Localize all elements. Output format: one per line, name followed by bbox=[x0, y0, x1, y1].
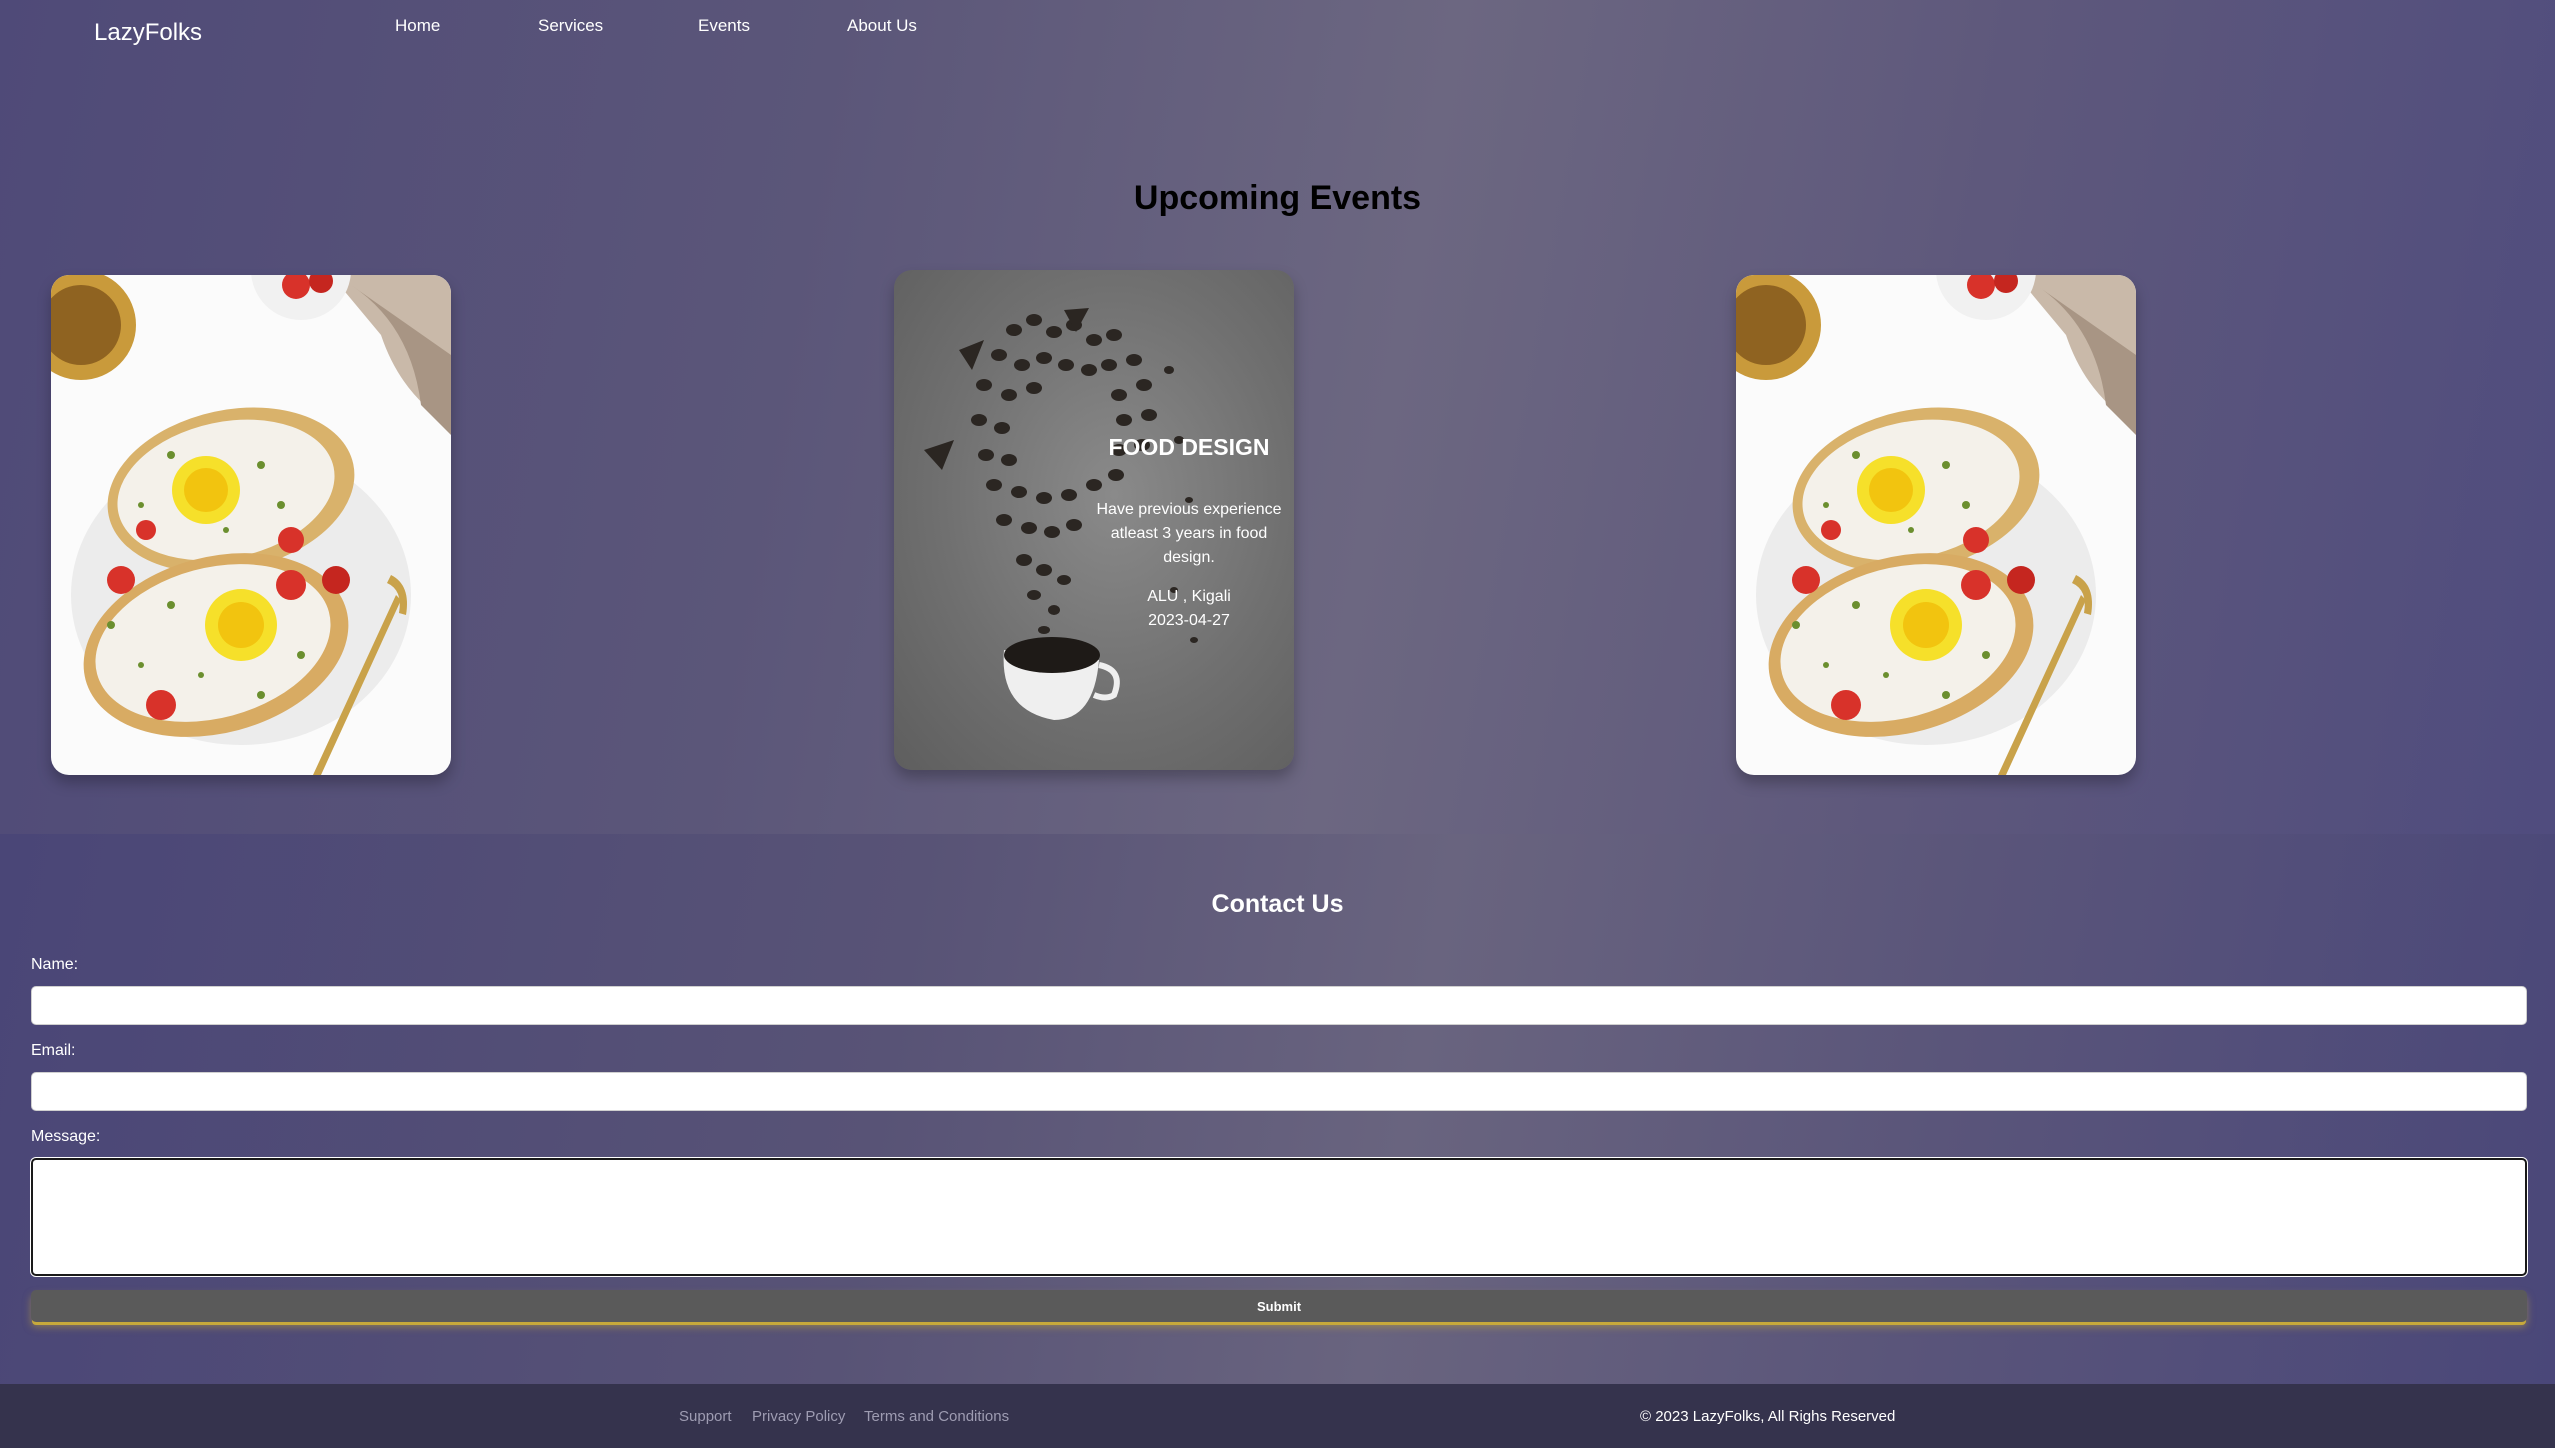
navbar: LazyFolks Home Services Events About Us bbox=[0, 0, 2555, 70]
message-textarea[interactable] bbox=[31, 1158, 2527, 1276]
nav-link-events[interactable]: Events bbox=[698, 16, 750, 36]
event-title: FOOD DESIGN bbox=[1108, 434, 1270, 460]
email-input[interactable] bbox=[31, 1072, 2527, 1111]
contact-section: Contact Us Name: Email: Message: Submit bbox=[0, 834, 2555, 1384]
footer: Support Privacy Policy Terms and Conditi… bbox=[0, 1384, 2555, 1448]
event-description: Have previous experience atleast 3 years… bbox=[1096, 501, 1282, 566]
footer-link-support[interactable]: Support bbox=[679, 1408, 732, 1425]
event-date: 2023-04-27 bbox=[1148, 612, 1230, 629]
contact-heading: Contact Us bbox=[1211, 890, 1344, 918]
copyright-text: © 2023 LazyFolks, All Righs Reserved bbox=[1640, 1408, 1896, 1425]
brand-logo[interactable]: LazyFolks bbox=[94, 19, 202, 47]
event-details: FOOD DESIGN Have previous experience atl… bbox=[1094, 270, 1284, 770]
email-label: Email: bbox=[31, 1042, 76, 1059]
name-label: Name: bbox=[31, 956, 79, 973]
footer-link-terms[interactable]: Terms and Conditions bbox=[864, 1408, 1009, 1425]
events-heading: Upcoming Events bbox=[1133, 179, 1422, 217]
breakfast-image bbox=[1736, 275, 2136, 775]
breakfast-image bbox=[51, 275, 451, 775]
event-card-food-design[interactable]: FOOD DESIGN Have previous experience atl… bbox=[894, 270, 1294, 770]
event-card-breakfast-left[interactable] bbox=[51, 275, 451, 775]
event-card-breakfast-right[interactable] bbox=[1736, 275, 2136, 775]
message-label: Message: bbox=[31, 1128, 101, 1145]
nav-link-services[interactable]: Services bbox=[538, 16, 603, 36]
event-location: ALU , Kigali bbox=[1147, 588, 1231, 605]
name-input[interactable] bbox=[31, 986, 2527, 1025]
footer-link-privacy-policy[interactable]: Privacy Policy bbox=[752, 1408, 845, 1425]
submit-button[interactable]: Submit bbox=[31, 1290, 2527, 1322]
nav-link-home[interactable]: Home bbox=[395, 16, 440, 36]
nav-link-about-us[interactable]: About Us bbox=[847, 16, 917, 36]
